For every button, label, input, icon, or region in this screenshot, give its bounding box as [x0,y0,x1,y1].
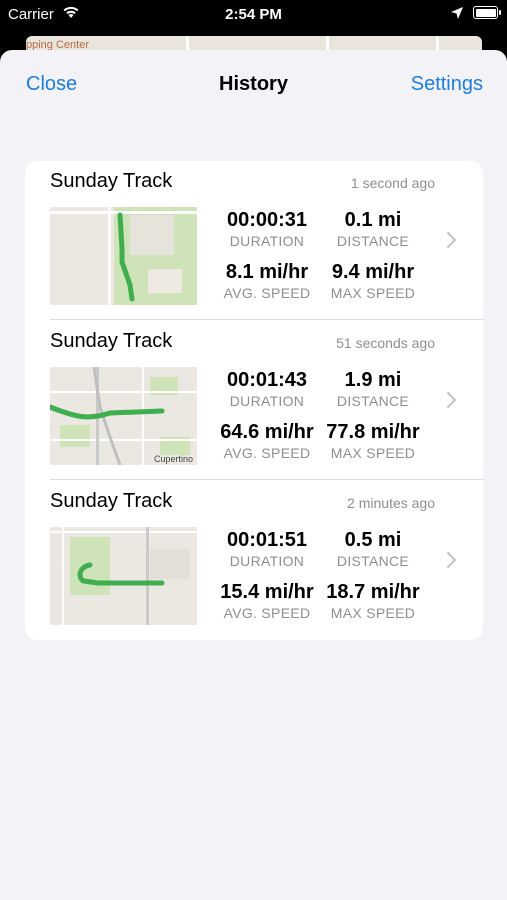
max-speed-value: 77.8 mi/hr [326,421,420,443]
track-row[interactable]: Sunday Track 1 second ago 00:00:31 DURAT… [25,161,483,320]
duration-value: 00:00:31 [226,209,308,231]
track-row[interactable]: Sunday Track 2 minutes ago 00:01:51 DURA… [25,481,483,640]
track-row[interactable]: Sunday Track 51 seconds ago Cupertino 00… [25,321,483,480]
duration-stat: 00:01:51 DURATION [207,528,327,570]
duration-value: 00:01:51 [226,529,308,551]
max-speed-label: MAX SPEED [330,605,416,621]
avg-speed-value: 64.6 mi/hr [220,421,314,443]
distance-label: DISTANCE [336,233,410,249]
distance-label: DISTANCE [336,393,410,409]
duration-label: DURATION [229,233,305,249]
max-speed-label: MAX SPEED [330,445,416,461]
row-divider [50,319,483,320]
avg-speed-label: AVG. SPEED [223,605,311,621]
settings-button[interactable]: Settings [411,73,483,96]
avg-speed-label: AVG. SPEED [223,285,311,301]
avg-speed-value: 15.4 mi/hr [220,581,314,603]
duration-value: 00:01:43 [226,369,308,391]
chevron-right-icon [447,552,456,568]
avg-speed-label: AVG. SPEED [223,445,311,461]
duration-stat: 00:00:31 DURATION [207,208,327,250]
clock: 2:54 PM [225,6,282,23]
distance-stat: 0.5 mi DISTANCE [313,528,433,570]
track-name: Sunday Track [50,170,173,192]
chevron-right-icon [447,392,456,408]
avg-speed-stat: 64.6 mi/hr AVG. SPEED [207,420,327,462]
distance-value: 0.5 mi [344,529,402,551]
distance-label: DISTANCE [336,553,410,569]
chevron-right-icon [447,232,456,248]
track-time-ago: 1 second ago [350,175,435,191]
max-speed-stat: 9.4 mi/hr MAX SPEED [313,260,433,302]
max-speed-label: MAX SPEED [330,285,416,301]
battery-icon [473,6,501,19]
track-name: Sunday Track [50,330,173,352]
status-bar: Carrier 2:54 PM [0,0,507,30]
track-list: Sunday Track 1 second ago 00:00:31 DURAT… [25,161,483,640]
track-name: Sunday Track [50,490,173,512]
max-speed-stat: 18.7 mi/hr MAX SPEED [313,580,433,622]
duration-label: DURATION [229,553,305,569]
history-sheet: Close History Settings Sunday Track 1 se… [0,50,507,900]
max-speed-stat: 77.8 mi/hr MAX SPEED [313,420,433,462]
distance-value: 0.1 mi [344,209,402,231]
distance-stat: 1.9 mi DISTANCE [313,368,433,410]
duration-label: DURATION [229,393,305,409]
location-arrow-icon [451,7,463,19]
distance-value: 1.9 mi [344,369,402,391]
distance-stat: 0.1 mi DISTANCE [313,208,433,250]
max-speed-value: 18.7 mi/hr [326,581,420,603]
track-time-ago: 51 seconds ago [336,335,435,351]
map-city-label: Cupertino [154,454,193,464]
track-time-ago: 2 minutes ago [347,495,435,511]
duration-stat: 00:01:43 DURATION [207,368,327,410]
avg-speed-stat: 8.1 mi/hr AVG. SPEED [207,260,327,302]
max-speed-value: 9.4 mi/hr [331,261,415,283]
row-divider [50,479,483,480]
map-thumbnail [50,527,197,625]
avg-speed-value: 8.1 mi/hr [225,261,309,283]
map-thumbnail [50,207,197,305]
map-thumbnail: Cupertino [50,367,197,465]
avg-speed-stat: 15.4 mi/hr AVG. SPEED [207,580,327,622]
